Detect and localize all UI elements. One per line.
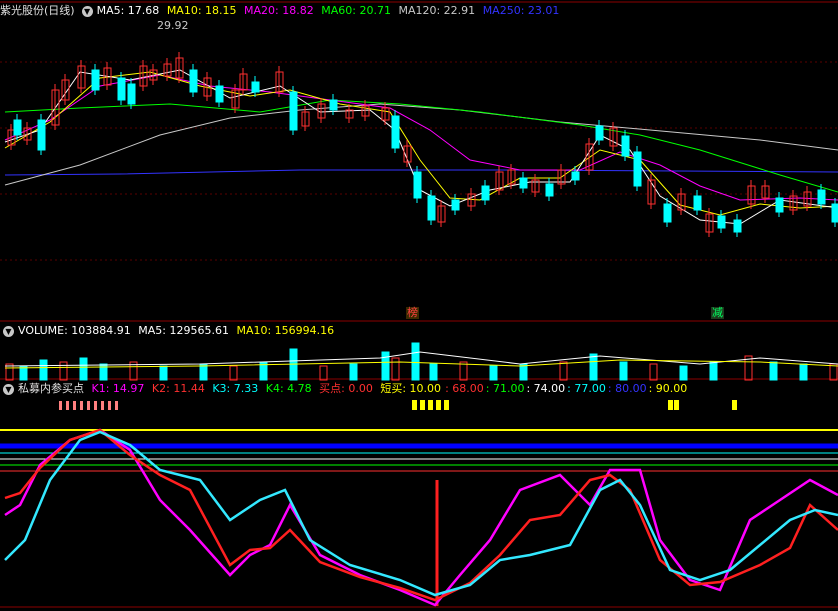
volume-bar	[589, 353, 598, 381]
buy-signal-marker	[87, 401, 90, 410]
candle-body	[481, 185, 490, 201]
candle-body	[289, 91, 298, 131]
candle-body	[329, 99, 338, 111]
volume-bar	[429, 363, 438, 381]
volume-bar	[799, 363, 808, 381]
candle-body	[595, 125, 604, 141]
short-buy-marker	[412, 400, 417, 410]
volume-bar	[59, 361, 68, 381]
short-buy-marker	[436, 400, 441, 410]
volume-bar	[619, 361, 628, 381]
volume-bar	[349, 363, 358, 381]
buy-signal-marker	[59, 401, 62, 410]
candle-body	[451, 199, 460, 211]
short-buy-marker	[674, 400, 679, 410]
candle-body	[427, 195, 436, 221]
volume-bar	[229, 365, 238, 381]
short-buy-marker	[668, 400, 673, 410]
volume-bar	[829, 363, 838, 381]
buy-signal-marker	[73, 401, 76, 410]
buy-signal-marker	[94, 401, 97, 410]
candle-body	[189, 69, 198, 93]
candle-body	[91, 69, 100, 91]
candle-body	[717, 215, 726, 229]
stock-chart-window: { "price_panel": { "stock_name": "紫光股份(日…	[0, 0, 838, 611]
candle-body	[545, 183, 554, 197]
volume-bar	[159, 365, 168, 381]
volume-bar	[411, 342, 420, 381]
volume-bar	[99, 363, 108, 381]
volume-bar	[489, 365, 498, 381]
candle-body	[127, 83, 136, 105]
volume-bar	[319, 365, 328, 381]
candle-body	[817, 189, 826, 205]
volume-bar	[459, 361, 468, 381]
buy-signal-marker	[108, 401, 111, 410]
candle-body	[519, 177, 528, 189]
candle-body	[633, 151, 642, 187]
candle-body	[733, 219, 742, 233]
candle-body	[831, 203, 838, 223]
volume-bar	[649, 363, 658, 381]
candle-body	[413, 171, 422, 199]
candle-body	[37, 119, 46, 151]
candle-body	[13, 119, 22, 136]
candle-body	[215, 85, 224, 103]
candle-body	[391, 115, 400, 149]
buy-signal-marker	[115, 401, 118, 410]
candle-body	[251, 81, 260, 93]
candle-body	[117, 77, 126, 101]
volume-bar	[381, 351, 390, 381]
short-buy-marker	[428, 400, 433, 410]
volume-bar	[769, 361, 778, 381]
buy-signal-marker	[80, 401, 83, 410]
candle-body	[621, 135, 630, 157]
volume-bar	[709, 361, 718, 381]
short-buy-marker	[420, 400, 425, 410]
candle-body	[571, 171, 580, 181]
volume-bar	[559, 361, 568, 381]
volume-bar	[39, 359, 48, 381]
volume-bar	[391, 357, 400, 381]
candle-body	[693, 195, 702, 211]
candle-body	[775, 197, 784, 213]
short-buy-marker	[732, 400, 737, 410]
buy-signal-marker	[66, 401, 69, 410]
candle-body	[663, 203, 672, 223]
chart-canvas[interactable]	[0, 0, 838, 611]
volume-bar	[79, 357, 88, 381]
short-buy-marker	[444, 400, 449, 410]
buy-signal-marker	[101, 401, 104, 410]
volume-bar	[679, 365, 688, 381]
